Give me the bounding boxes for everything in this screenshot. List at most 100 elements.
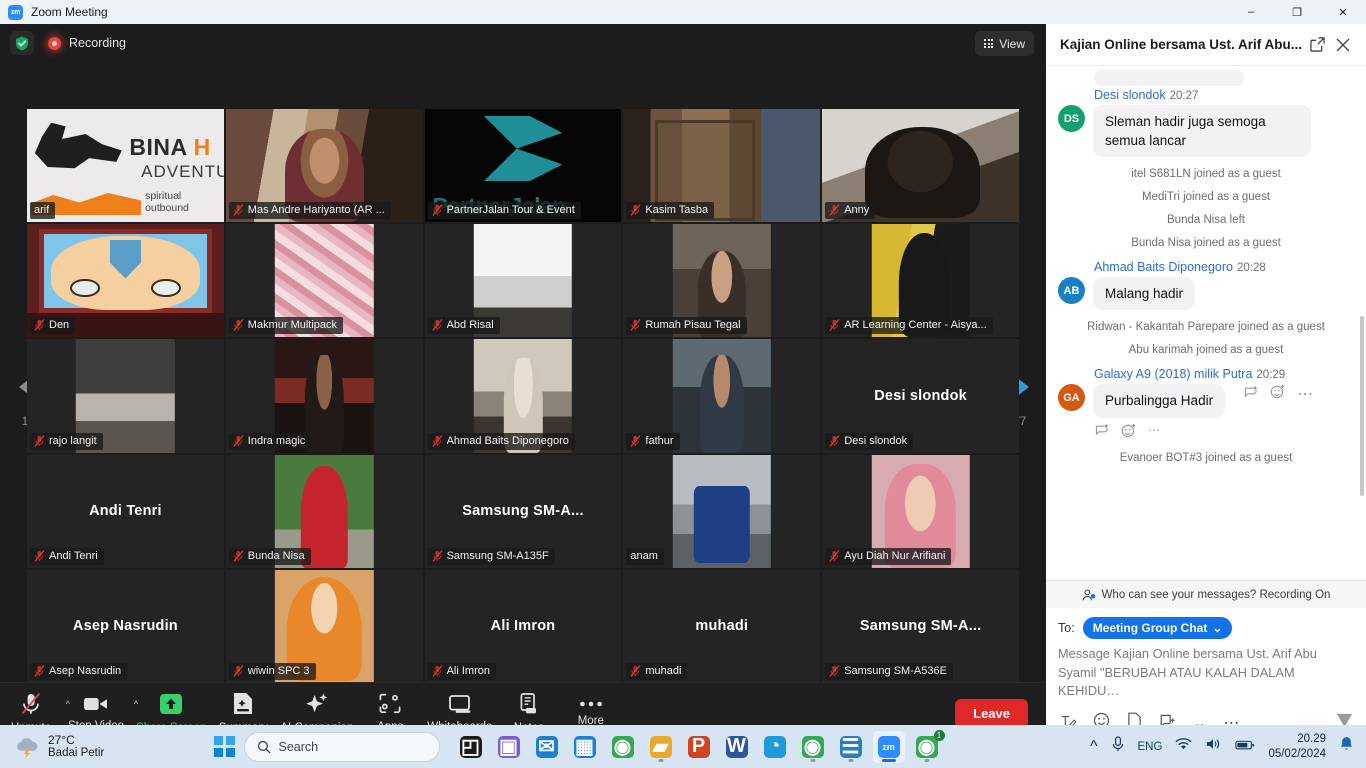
participant-tile[interactable]: Samsung SM-A... Samsung SM-A536E bbox=[822, 569, 1019, 683]
participant-tile[interactable]: anam bbox=[623, 454, 821, 568]
chat-sender-name: Ahmad Baits Diponegoro bbox=[1094, 260, 1233, 275]
participant-tile[interactable]: fathur bbox=[623, 339, 821, 453]
participant-name: anam bbox=[630, 549, 658, 562]
message-more-icon[interactable]: ⋯ bbox=[1148, 423, 1160, 441]
recipient-select[interactable]: Meeting Group Chat ⌄ bbox=[1082, 617, 1233, 640]
participant-tile[interactable]: Den bbox=[27, 224, 224, 338]
mic-off-icon bbox=[233, 319, 244, 332]
chat-title: Kajian Online bersama Ust. Arif Abu... bbox=[1060, 37, 1303, 52]
chat-message: Galaxy A9 (2018) milik Putra 20:29 GA Pur… bbox=[1058, 367, 1354, 440]
chat-message-text[interactable]: Purbalingga Hadir bbox=[1093, 384, 1226, 418]
participant-tile[interactable]: Anny bbox=[822, 109, 1019, 223]
chat-message-text[interactable]: Malang hadir bbox=[1093, 277, 1196, 311]
participant-tile[interactable]: AR Learning Center - Aisya... bbox=[822, 224, 1019, 338]
system-tray: ^ ENG 20.29 05/02/2024 bbox=[1090, 732, 1366, 761]
mic-off-icon bbox=[34, 319, 45, 332]
close-button[interactable]: ✕ bbox=[1320, 0, 1366, 24]
tray-expand-icon[interactable]: ^ bbox=[1090, 738, 1098, 756]
taskbar-mail-icon[interactable]: ✉ bbox=[531, 731, 563, 763]
taskbar-search[interactable]: Search bbox=[243, 731, 440, 762]
avatar[interactable]: GA bbox=[1058, 384, 1085, 412]
participant-name: Makmur Multipack bbox=[247, 319, 338, 332]
add-reaction-icon[interactable] bbox=[1121, 423, 1136, 441]
participant-tile[interactable]: Ali Imron Ali Imron bbox=[424, 569, 622, 683]
participant-tile[interactable]: PartnerJalanPartnerJalan Tour & Event bbox=[424, 109, 622, 223]
chat-message-text[interactable]: Sleman hadir juga semoga semua lancar bbox=[1093, 105, 1311, 158]
participant-tile[interactable]: Indra magic bbox=[225, 339, 423, 453]
taskbar-notepad-icon[interactable]: ☰ bbox=[835, 731, 867, 763]
taskbar-chrome-badge-icon[interactable]: ◉ 1 bbox=[911, 729, 945, 763]
participant-tile[interactable]: Rumah Pisau Tegal bbox=[623, 224, 821, 338]
participant-tile[interactable]: Andi Tenri Andi Tenri bbox=[27, 454, 224, 568]
add-reaction-icon[interactable] bbox=[1270, 384, 1285, 404]
participant-tile[interactable]: wiwin SPC 3 bbox=[225, 569, 423, 683]
taskbar-file-explorer-dark-icon[interactable]: ◰ bbox=[455, 731, 487, 763]
minimize-button[interactable]: – bbox=[1228, 0, 1274, 24]
participant-tile[interactable]: Bunda Nisa bbox=[225, 454, 423, 568]
maximize-button[interactable]: ❐ bbox=[1274, 0, 1320, 24]
participant-tile[interactable]: Desi slondok Desi slondok bbox=[822, 339, 1019, 453]
participant-name: Samsung SM-A536E bbox=[844, 664, 947, 677]
reply-icon[interactable] bbox=[1094, 423, 1109, 441]
volume-icon[interactable] bbox=[1205, 737, 1222, 756]
taskbar-chrome-profile-icon[interactable]: ◉ bbox=[797, 731, 829, 763]
mic-off-icon bbox=[233, 434, 244, 447]
participant-tile[interactable]: BINA H ADVENTU spiritual outbound arif bbox=[27, 109, 224, 223]
taskbar-edge-icon[interactable]: ◔ bbox=[759, 731, 791, 763]
wifi-icon[interactable] bbox=[1175, 737, 1192, 756]
taskbar-center: Search ◰ ▣ ✉ ▦ ◉ ▰ P W ◔ ◉ ☰ zm ◉ 1 bbox=[214, 729, 945, 763]
chat-privacy-bar[interactable]: Who can see your messages? Recording On bbox=[1046, 580, 1366, 609]
taskbar-calendar-icon[interactable]: ▦ bbox=[569, 731, 601, 763]
participant-tile[interactable]: Ayu Diah Nur Arifiani bbox=[822, 454, 1019, 568]
chat-header: Kajian Online bersama Ust. Arif Abu... bbox=[1046, 24, 1366, 66]
participant-tile[interactable]: Abd Risal bbox=[424, 224, 622, 338]
participant-namebar: PartnerJalan Tour & Event bbox=[427, 202, 581, 220]
taskbar-powerpoint-icon[interactable]: P bbox=[683, 731, 715, 763]
message-more-icon[interactable]: ⋯ bbox=[1297, 384, 1313, 404]
battery-icon[interactable] bbox=[1235, 738, 1255, 756]
reply-icon[interactable] bbox=[1243, 385, 1258, 404]
participant-namebar: arif bbox=[30, 202, 56, 220]
recording-indicator[interactable]: Recording bbox=[48, 36, 126, 50]
chat-message-list[interactable]: Desi slondok 20:27 DS Sleman hadir juga s… bbox=[1046, 66, 1366, 580]
chat-sender-name: Galaxy A9 (2018) milik Putra bbox=[1094, 367, 1253, 382]
weather-widget[interactable]: 27°C Badai Petir bbox=[0, 733, 200, 761]
participant-name: Mas Andre Hariyanto (AR ... bbox=[247, 204, 385, 217]
avatar[interactable]: AB bbox=[1058, 277, 1085, 305]
language-indicator[interactable]: ENG bbox=[1138, 741, 1163, 753]
window-controls: – ❐ ✕ bbox=[1228, 0, 1366, 24]
view-button[interactable]: View bbox=[975, 31, 1034, 56]
mic-off-icon bbox=[829, 319, 840, 332]
taskbar-zoom-workplace-icon[interactable]: ▣ bbox=[493, 731, 525, 763]
tray-date[interactable]: 05/02/2024 bbox=[1268, 747, 1326, 761]
participant-tile[interactable]: muhadi muhadi bbox=[623, 569, 821, 683]
participant-tile[interactable]: Asep Nasrudin Asep Nasrudin bbox=[27, 569, 224, 683]
running-indicator bbox=[924, 758, 929, 762]
participant-name: AR Learning Center - Aisya... bbox=[844, 319, 987, 332]
leave-button[interactable]: Leave bbox=[955, 698, 1028, 728]
encryption-shield-icon[interactable] bbox=[10, 31, 34, 55]
chat-input[interactable]: Message Kajian Online bersama Ust. Arif … bbox=[1046, 645, 1366, 701]
mic-off-icon bbox=[630, 319, 641, 332]
tray-time[interactable]: 20.29 bbox=[1268, 732, 1326, 746]
participant-tile[interactable]: Mas Andre Hariyanto (AR ... bbox=[225, 109, 423, 223]
participant-tile[interactable]: Samsung SM-A... Samsung SM-A135F bbox=[424, 454, 622, 568]
participant-tile[interactable]: Makmur Multipack bbox=[225, 224, 423, 338]
popout-icon[interactable] bbox=[1304, 32, 1330, 58]
chat-close-icon[interactable] bbox=[1330, 32, 1356, 58]
microphone-icon[interactable] bbox=[1111, 736, 1125, 757]
mic-off-icon bbox=[20, 692, 42, 718]
start-button-icon[interactable] bbox=[214, 736, 235, 757]
taskbar-zoom-meeting-icon[interactable]: zm bbox=[872, 730, 905, 763]
taskbar-chrome-icon[interactable]: ◉ bbox=[607, 731, 639, 763]
chat-scrollbar[interactable] bbox=[1360, 316, 1364, 496]
participant-tile[interactable]: Ahmad Baits Diponegoro bbox=[424, 339, 622, 453]
taskbar-word-icon[interactable]: W bbox=[721, 731, 753, 763]
taskbar-file-explorer-icon[interactable]: ▰ bbox=[645, 731, 677, 763]
mic-off-icon bbox=[34, 434, 45, 447]
notification-bell-icon[interactable] bbox=[1339, 736, 1354, 757]
participant-tile[interactable]: Kasim Tasba bbox=[623, 109, 821, 223]
avatar[interactable]: DS bbox=[1058, 105, 1085, 132]
chat-recipient-row: To: Meeting Group Chat ⌄ bbox=[1046, 608, 1366, 645]
participant-tile[interactable]: rajo langit bbox=[27, 339, 224, 453]
